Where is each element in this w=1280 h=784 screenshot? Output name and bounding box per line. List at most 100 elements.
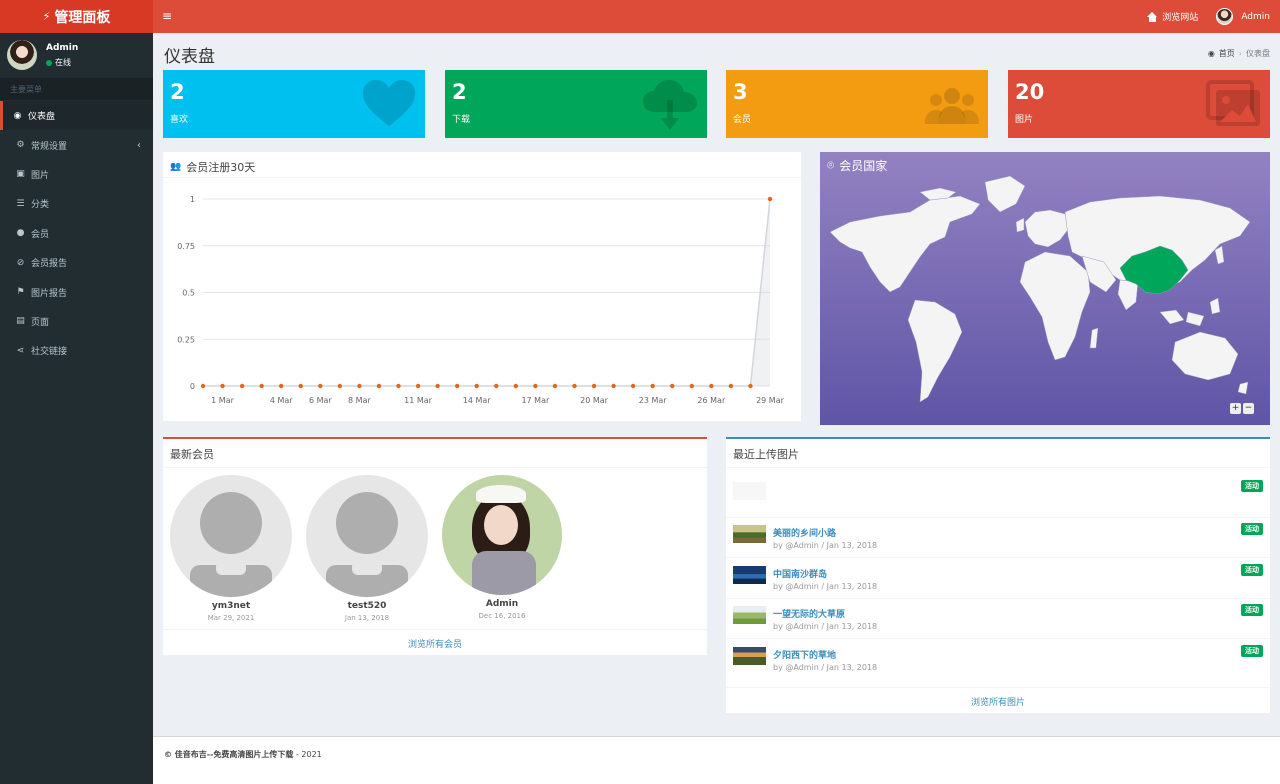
data-point bbox=[748, 383, 753, 389]
sidebar-item-social-links[interactable]: ⋖ 社交链接 bbox=[0, 336, 153, 365]
ban-icon: ⊘ bbox=[16, 257, 25, 268]
sidebar-item-label: 社交链接 bbox=[31, 347, 68, 358]
user-name: Admin bbox=[46, 43, 79, 53]
stat-label: 图片 bbox=[1015, 115, 1034, 125]
list-item[interactable]: 中国南沙群岛 by @Admin / Jan 13, 2018 活动 bbox=[726, 559, 1270, 599]
y-tick-label: 1 bbox=[190, 195, 195, 204]
stat-box-images[interactable]: 20 图片 bbox=[1008, 70, 1270, 138]
sidebar-item-members[interactable]: ● 会员 bbox=[0, 219, 153, 248]
sidebar: Admin 在线 主要菜单 ◉ 仪表盘 ⚙ 常规设置 ‹ ▣ 图片 ☰ 分类 ●… bbox=[0, 33, 153, 784]
x-tick-label: 17 Mar bbox=[521, 396, 550, 405]
data-point bbox=[220, 383, 225, 389]
stat-box-members[interactable]: 3 会员 bbox=[726, 70, 988, 138]
x-tick-label: 1 Mar bbox=[211, 396, 234, 405]
list-item[interactable]: 一望无际的大草原 by @Admin / Jan 13, 2018 活动 bbox=[726, 599, 1270, 639]
member-name: test520 bbox=[347, 601, 387, 611]
image-thumbnail bbox=[733, 566, 766, 584]
user-status: 在线 bbox=[46, 57, 71, 68]
data-point bbox=[279, 383, 284, 389]
footer-copyright[interactable]: © 佳音布吉--免费高清图片上传下载 bbox=[164, 750, 293, 759]
sidebar-toggle-icon[interactable]: ≡ bbox=[162, 10, 172, 22]
data-point bbox=[533, 383, 538, 389]
sidebar-menu: ◉ 仪表盘 ⚙ 常规设置 ‹ ▣ 图片 ☰ 分类 ● 会员 ⊘ 会员报告 ⚑ 图… bbox=[0, 101, 153, 366]
cloud-download-icon bbox=[643, 80, 697, 130]
view-all-images-link[interactable]: 浏览所有图片 bbox=[726, 695, 1270, 708]
data-point bbox=[630, 383, 636, 389]
sidebar-item-label: 分类 bbox=[31, 200, 50, 211]
sidebar-item-label: 会员 bbox=[31, 229, 50, 240]
sidebar-item-settings[interactable]: ⚙ 常规设置 ‹ bbox=[0, 130, 153, 159]
dashboard-icon: ◉ bbox=[13, 110, 22, 121]
zoom-in-button[interactable]: + bbox=[1230, 403, 1241, 414]
x-tick-label: 23 Mar bbox=[639, 396, 668, 405]
data-point bbox=[376, 383, 382, 389]
item-meta: by @Admin / Jan 13, 2018 bbox=[773, 622, 878, 631]
image-thumbnail bbox=[733, 525, 766, 543]
x-tick-label: 11 Mar bbox=[404, 396, 433, 405]
data-point bbox=[689, 383, 694, 389]
member-name: Admin bbox=[485, 599, 519, 609]
share-icon: ⋖ bbox=[16, 345, 25, 356]
stat-value: 20 bbox=[1015, 80, 1045, 104]
status-badge: 活动 bbox=[1241, 564, 1263, 576]
x-tick-label: 6 Mar bbox=[309, 396, 332, 405]
x-tick-label: 14 Mar bbox=[463, 396, 492, 405]
app-logo[interactable]: ⚡ 管理面板 bbox=[0, 0, 153, 33]
item-meta: by @Admin / Jan 13, 2018 bbox=[773, 582, 878, 591]
x-tick-label: 4 Mar bbox=[270, 396, 293, 405]
list-item[interactable]: 夕阳西下的草地 by @Admin / Jan 13, 2018 活动 bbox=[726, 640, 1270, 680]
breadcrumb-current: 仪表盘 bbox=[1246, 49, 1270, 58]
stat-label: 喜欢 bbox=[170, 115, 189, 125]
data-point bbox=[415, 383, 421, 389]
menu-header: 主要菜单 bbox=[0, 78, 153, 100]
sidebar-item-images[interactable]: ▣ 图片 bbox=[0, 160, 153, 189]
images-icon bbox=[1206, 80, 1260, 126]
view-all-members-link[interactable]: 浏览所有会员 bbox=[163, 637, 707, 650]
breadcrumb-home[interactable]: 首页 bbox=[1219, 48, 1235, 59]
item-title[interactable]: 夕阳西下的草地 bbox=[773, 648, 836, 661]
sidebar-item-image-reports[interactable]: ⚑ 图片报告 bbox=[0, 277, 153, 306]
registrations-line-chart: 00.250.50.7511 Mar 4 Mar 6 Mar 8 Mar 11 Mar 1… bbox=[177, 195, 784, 405]
y-tick-label: 0.25 bbox=[177, 335, 195, 344]
y-tick-label: 0.5 bbox=[182, 289, 195, 298]
zoom-out-button[interactable]: − bbox=[1243, 403, 1254, 414]
users-icon bbox=[925, 88, 979, 124]
sidebar-item-label: 会员报告 bbox=[31, 259, 68, 270]
stat-value: 2 bbox=[170, 80, 185, 104]
sidebar-item-categories[interactable]: ☰ 分类 bbox=[0, 189, 153, 218]
default-avatar-icon bbox=[306, 475, 428, 597]
user-status-label: 在线 bbox=[55, 58, 71, 67]
item-title[interactable]: 中国南沙群岛 bbox=[773, 567, 827, 580]
sidebar-item-label: 页面 bbox=[31, 317, 50, 328]
sidebar-item-label: 常规设置 bbox=[31, 141, 68, 152]
stat-label: 下载 bbox=[452, 115, 471, 125]
chevron-left-icon: ‹ bbox=[137, 139, 141, 151]
data-point bbox=[650, 383, 655, 389]
list-item[interactable]: 活动 bbox=[726, 475, 1270, 518]
member-card[interactable]: Admin Dec 16, 2016 bbox=[441, 475, 563, 620]
data-point bbox=[454, 383, 460, 389]
sidebar-item-pages[interactable]: ▤ 页面 bbox=[0, 307, 153, 336]
item-title[interactable]: 一望无际的大草原 bbox=[773, 607, 845, 620]
y-tick-label: 0 bbox=[190, 382, 195, 391]
user-menu[interactable]: Admin bbox=[1216, 8, 1270, 25]
visit-site-link[interactable]: 浏览网站 bbox=[1147, 10, 1198, 23]
data-point bbox=[591, 383, 597, 389]
list-item[interactable]: 美丽的乡间小路 by @Admin / Jan 13, 2018 活动 bbox=[726, 518, 1270, 558]
member-card[interactable]: test520 Jan 13, 2018 bbox=[305, 475, 429, 622]
data-point bbox=[396, 383, 401, 389]
user-panel: Admin 在线 bbox=[0, 33, 153, 77]
sidebar-item-member-reports[interactable]: ⊘ 会员报告 bbox=[0, 248, 153, 277]
breadcrumb: ◉ 首页 › 仪表盘 bbox=[1208, 48, 1270, 59]
item-title[interactable]: 美丽的乡间小路 bbox=[773, 526, 836, 539]
member-date: Dec 16, 2016 bbox=[478, 612, 526, 620]
sidebar-item-dashboard[interactable]: ◉ 仪表盘 bbox=[0, 101, 153, 131]
data-point bbox=[357, 383, 362, 389]
data-point bbox=[709, 383, 714, 389]
data-point bbox=[552, 383, 558, 389]
stat-box-likes[interactable]: 2 喜欢 bbox=[163, 70, 425, 138]
member-card[interactable]: ym3net Mar 29, 2021 bbox=[169, 475, 293, 622]
member-date: Jan 13, 2018 bbox=[344, 614, 390, 622]
world-map[interactable] bbox=[820, 152, 1270, 425]
stat-box-downloads[interactable]: 2 下载 bbox=[445, 70, 707, 138]
